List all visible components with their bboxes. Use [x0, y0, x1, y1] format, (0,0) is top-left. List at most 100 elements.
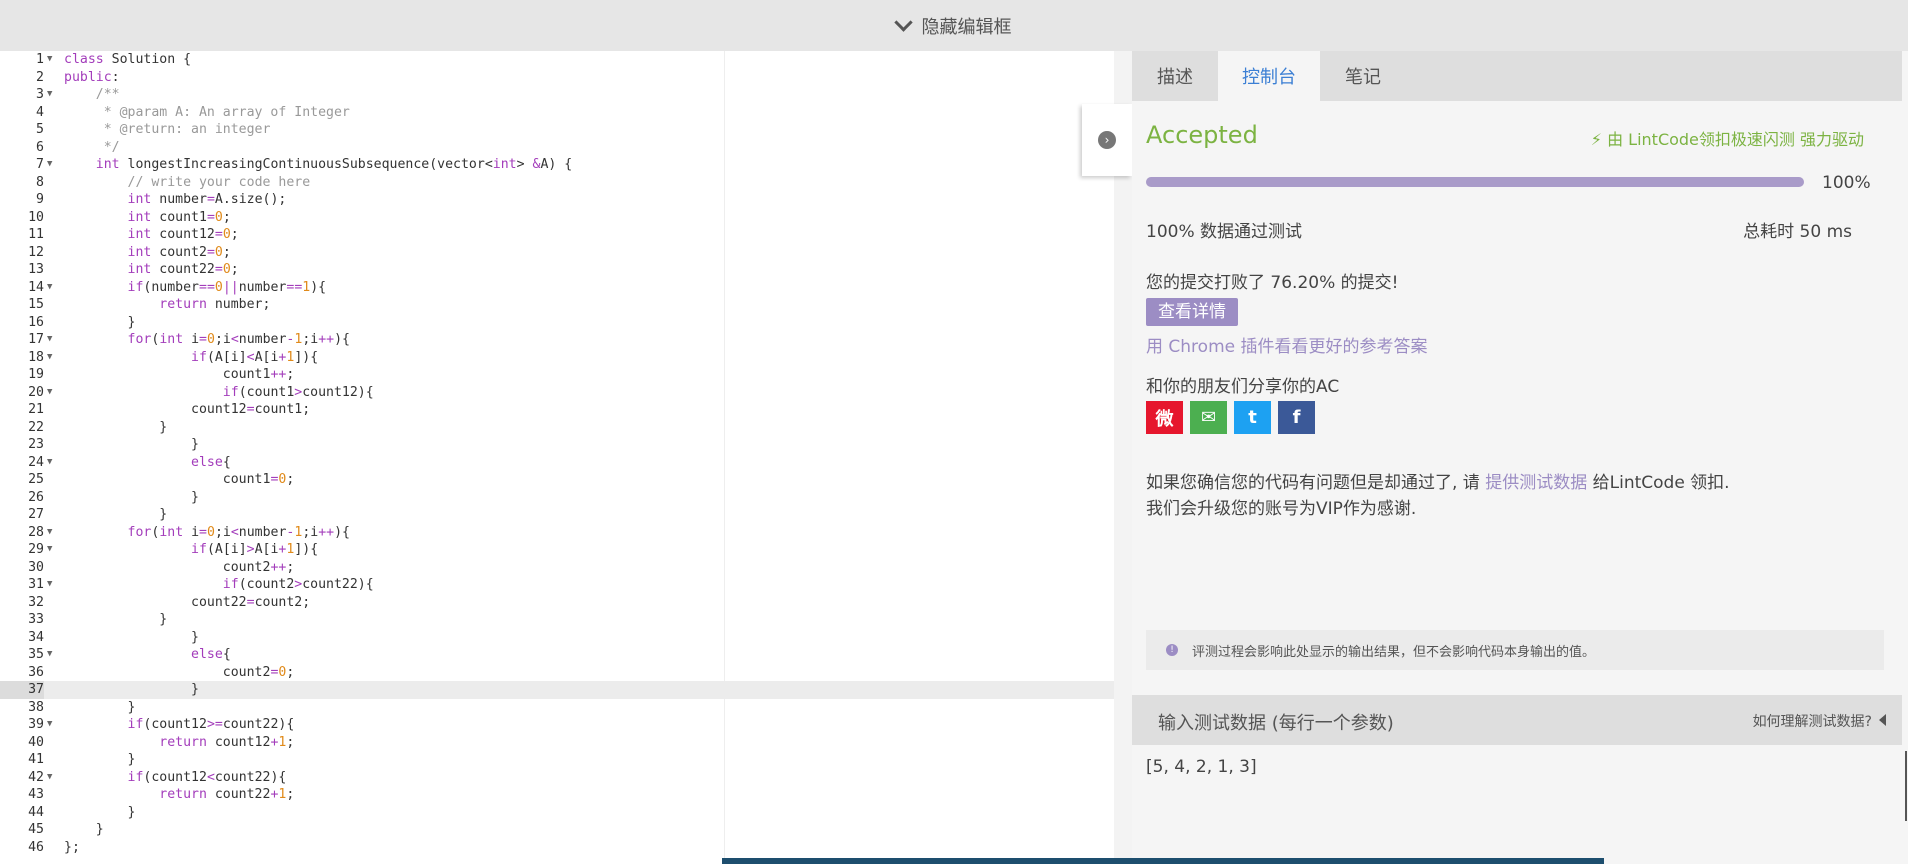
code-line[interactable]: 34 } [0, 629, 1114, 647]
fold-toggle-icon[interactable]: ▼ [47, 384, 57, 402]
code-text: count2++; [64, 559, 295, 575]
code-line[interactable]: 37 } [0, 681, 1114, 699]
code-line[interactable]: 30 count2++; [0, 559, 1114, 577]
code-line[interactable]: 35 ▼ else{ [0, 646, 1114, 664]
chrome-plugin-link[interactable]: 用 Chrome 插件看看更好的参考答案 [1146, 332, 1428, 357]
progress-fill [1146, 177, 1804, 187]
line-number: 31 [28, 577, 44, 592]
code-line[interactable]: 40 return count12+1; [0, 734, 1114, 752]
fold-toggle-icon[interactable]: ▼ [47, 454, 57, 472]
test-input-value[interactable]: [5, 4, 2, 1, 3] [1146, 757, 1257, 777]
code-line[interactable]: 38 } [0, 699, 1114, 717]
line-number: 41 [28, 752, 44, 767]
fold-toggle-icon[interactable]: ▼ [47, 51, 57, 69]
code-text: return count12+1; [159, 734, 295, 750]
code-line[interactable]: 1 ▼ class Solution { [0, 51, 1114, 69]
code-line[interactable]: 19 count1++; [0, 366, 1114, 384]
code-line[interactable]: 43 return count22+1; [0, 786, 1114, 804]
fold-toggle-icon[interactable]: ▼ [47, 279, 57, 297]
fold-toggle-icon[interactable]: ▼ [47, 769, 57, 787]
collapse-panel-button[interactable]: › [1082, 104, 1132, 176]
fold-toggle-icon[interactable]: ▼ [47, 541, 57, 559]
code-line[interactable]: 20 ▼ if(count1>count12){ [0, 384, 1114, 402]
code-line[interactable]: 31 ▼ if(count2>count22){ [0, 576, 1114, 594]
fold-toggle-icon[interactable]: ▼ [47, 524, 57, 542]
code-line[interactable]: 32 count22=count2; [0, 594, 1114, 612]
code-line[interactable]: 23 } [0, 436, 1114, 454]
line-number: 1 [36, 52, 44, 67]
chevron-down-icon [893, 13, 913, 32]
code-line[interactable]: 36 count2=0; [0, 664, 1114, 682]
code-text: }; [64, 839, 80, 855]
code-line[interactable]: 21 count12=count1; [0, 401, 1114, 419]
code-line[interactable]: 11 int count12=0; [0, 226, 1114, 244]
wechat-icon[interactable]: ✉ [1190, 401, 1227, 434]
code-text: int longestIncreasingContinuousSubsequen… [95, 157, 573, 172]
code-line[interactable]: 41 } [0, 751, 1114, 769]
progress-label: 100% [1822, 173, 1871, 193]
code-line[interactable]: 28 ▼ for(int i=0;i<number-1;i++){ [0, 524, 1114, 542]
code-line[interactable]: 33 } [0, 611, 1114, 629]
code-line[interactable]: 27 } [0, 506, 1114, 524]
fold-toggle-icon[interactable]: ▼ [47, 716, 57, 734]
code-line[interactable]: 16 } [0, 314, 1114, 332]
fold-toggle-icon[interactable]: ▼ [47, 156, 57, 174]
fold-toggle-icon[interactable]: ▼ [47, 86, 57, 104]
tab-description[interactable]: 描述 [1132, 51, 1218, 101]
weibo-icon[interactable]: 微 [1146, 401, 1183, 434]
code-line[interactable]: 18 ▼ if(A[i]<A[i+1]){ [0, 349, 1114, 367]
code-line[interactable]: 29 ▼ if(A[i]>A[i+1]){ [0, 541, 1114, 559]
code-line[interactable]: 42 ▼ if(count12<count22){ [0, 769, 1114, 787]
fold-toggle-icon[interactable]: ▼ [47, 646, 57, 664]
code-line[interactable]: 3 ▼ /** [0, 86, 1114, 104]
code-editor[interactable]: 1 ▼ class Solution {2 public: 3 ▼ /** 4 * @par… [0, 51, 1114, 864]
report-note-prefix: 如果您确信您的代码有问题但是却通过了, 请 [1146, 473, 1486, 493]
twitter-icon[interactable]: t [1234, 401, 1271, 434]
code-line[interactable]: 22 } [0, 419, 1114, 437]
line-number: 40 [28, 734, 44, 750]
line-number: 25 [28, 472, 44, 487]
code-line[interactable]: 45 } [0, 821, 1114, 839]
code-text: * @param A: An array of Integer [103, 104, 350, 120]
code-line[interactable]: 17 ▼ for(int i=0;i<number-1;i++){ [0, 331, 1114, 349]
code-text: } [64, 507, 168, 522]
code-line[interactable]: 14 ▼ if(number==0||number==1){ [0, 279, 1114, 297]
code-line[interactable]: 7 ▼ int longestIncreasingContinuousSubseq… [0, 156, 1114, 174]
code-line[interactable]: 13 int count22=0; [0, 261, 1114, 279]
hide-editor-toggle[interactable]: 隐藏编辑框 [0, 0, 1908, 51]
code-line[interactable]: 4 * @param A: An array of Integer [0, 104, 1114, 122]
code-line[interactable]: 12 int count2=0; [0, 244, 1114, 262]
test-data-help-link[interactable]: 如何理解测试数据? [1753, 711, 1872, 731]
provide-test-data-link[interactable]: 提供测试数据 [1485, 473, 1587, 493]
code-line[interactable]: 24 ▼ else{ [0, 454, 1114, 472]
view-details-button[interactable]: 查看详情 [1146, 298, 1238, 326]
code-text: count22=count2; [64, 594, 311, 610]
code-text: else{ [191, 454, 231, 470]
console-panel: 描述 控制台 笔记 Accepted ⚡ 由 LintCode领扣极速闪测 强力… [1132, 51, 1902, 864]
code-line[interactable]: 5 * @return: an integer [0, 121, 1114, 139]
code-line[interactable]: 44 } [0, 804, 1114, 822]
code-line[interactable]: 26 } [0, 489, 1114, 507]
code-line[interactable]: 9 int number=A.size(); [0, 191, 1114, 209]
code-line[interactable]: 46}; [0, 839, 1114, 857]
line-number: 20 [28, 384, 44, 400]
fold-toggle-icon[interactable]: ▼ [47, 331, 57, 349]
vip-note: 我们会升级您的账号为VIP作为感谢. [1146, 499, 1417, 519]
code-line[interactable]: 15 return number; [0, 296, 1114, 314]
code-line[interactable]: 2 public: [0, 69, 1114, 87]
code-text: for(int i=0;i<number-1;i++){ [127, 524, 350, 540]
tab-console[interactable]: 控制台 [1218, 51, 1320, 101]
code-line[interactable]: 6 */ [0, 139, 1114, 157]
code-text: return count22+1; [159, 787, 295, 802]
fold-toggle-icon[interactable]: ▼ [47, 349, 57, 367]
fold-toggle-icon[interactable]: ▼ [47, 576, 57, 594]
code-line[interactable]: 10 int count1=0; [0, 209, 1114, 227]
line-number: 10 [28, 209, 44, 225]
lightning-icon: ⚡ [1590, 130, 1608, 149]
code-line[interactable]: 25 count1=0; [0, 471, 1114, 489]
code-line[interactable]: 8 // write your code here [0, 174, 1114, 192]
facebook-icon[interactable]: f [1278, 401, 1315, 434]
code-line[interactable]: 39 ▼ if(count12>=count22){ [0, 716, 1114, 734]
code-text: } [64, 314, 136, 330]
tab-notes[interactable]: 笔记 [1320, 51, 1406, 101]
